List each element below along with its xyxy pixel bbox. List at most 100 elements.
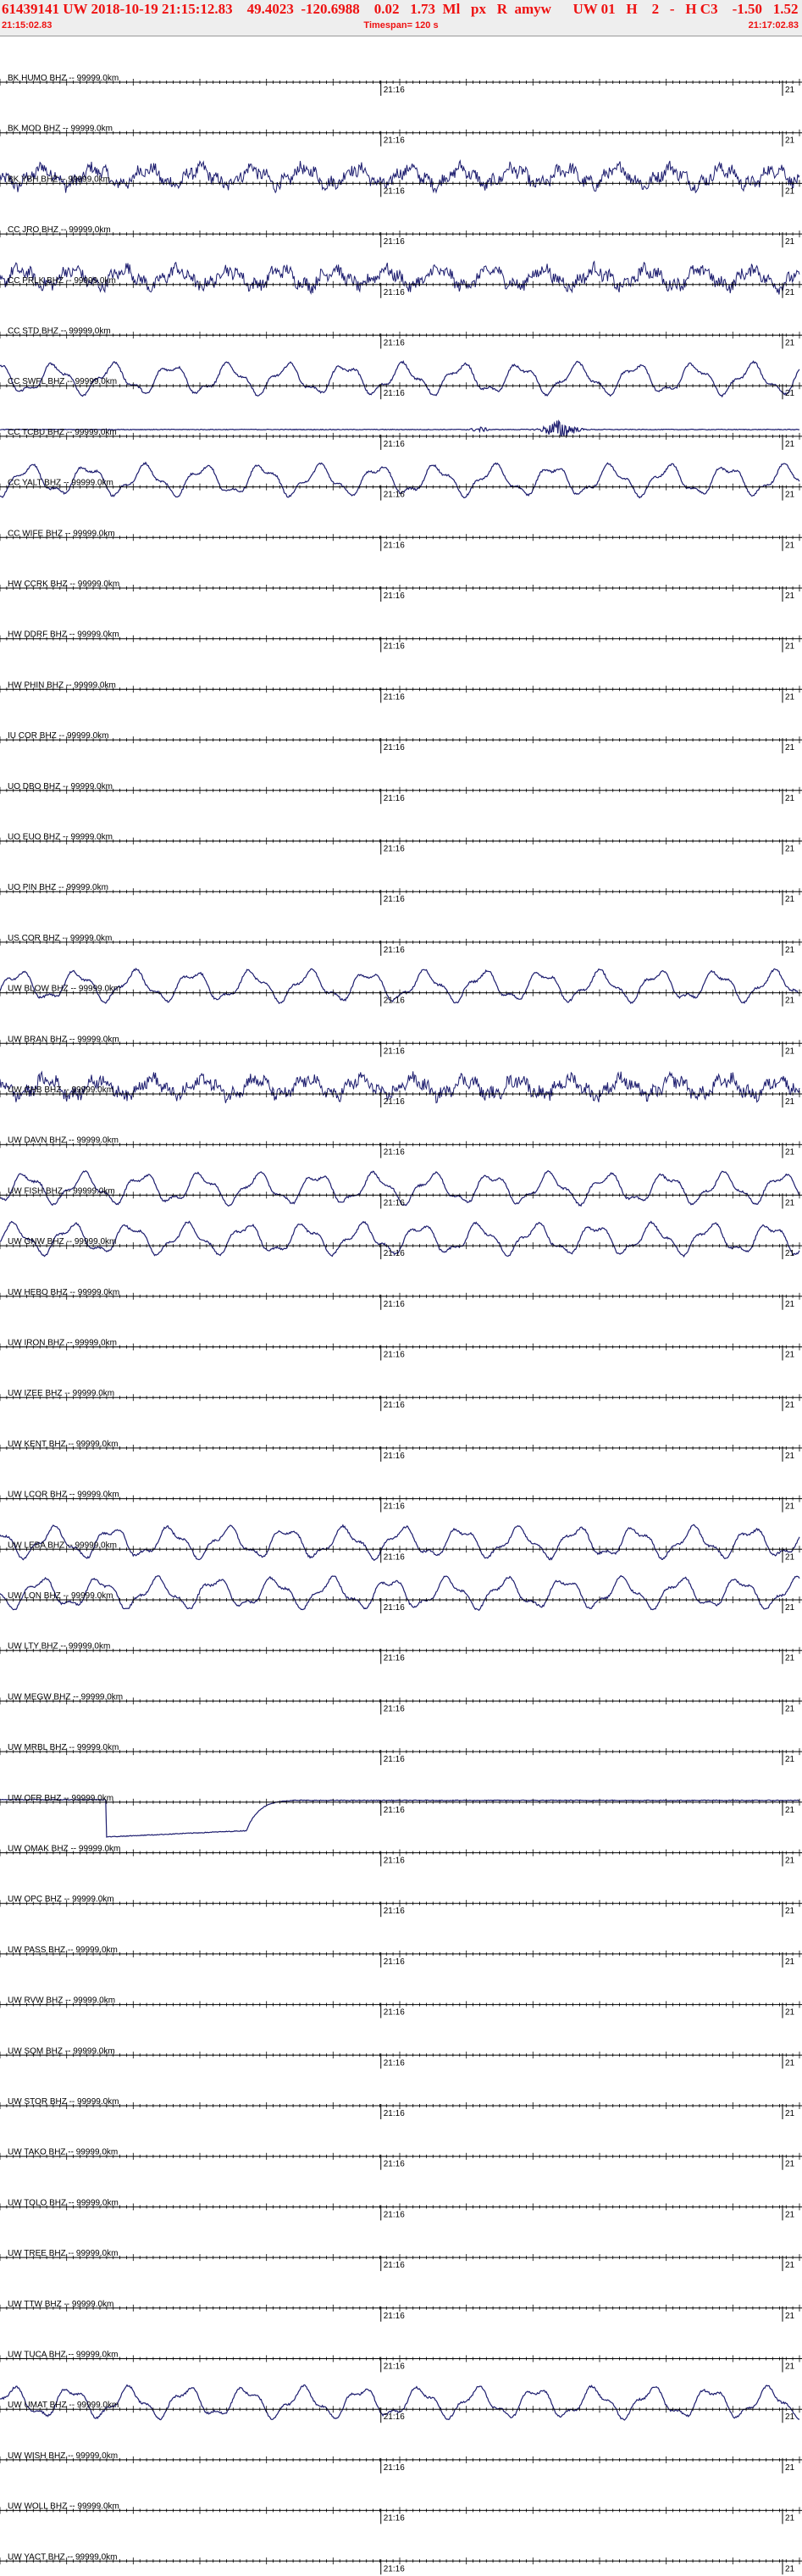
axis-ticks [0,1748,800,1756]
station-label: UW BRAN BHZ -- 99999.0km [8,1035,119,1044]
station-label: CC PRLK BHZ -- 99999.0km [8,276,116,286]
edge-tick-label: 21 [785,591,795,601]
minute-tick-label: 21:16 [384,1351,405,1360]
edge-tick-label: 21 [785,2109,795,2118]
station-label: UW RVW BHZ -- 99999.0km [8,1996,115,2006]
minute-tick-label: 21:16 [384,1401,405,1410]
axis-ticks [0,2456,800,2463]
edge-tick-label: 21 [785,2058,795,2068]
edge-tick-label: 21 [785,997,795,1006]
station-label: CC YALT BHZ -- 99999.0km [8,479,113,488]
station-label: UW OFR BHZ -- 99999.0km [8,1794,113,1803]
minute-tick-label: 21:16 [384,2564,405,2573]
station-label: UW TTW BHZ -- 99999.0km [8,2300,113,2309]
minute-tick-label: 21:16 [384,1502,405,1512]
edge-tick-label: 21 [785,946,795,955]
station-label: UW WISH BHZ -- 99999.0km [8,2451,118,2461]
edge-tick-label: 21 [785,1502,795,1512]
station-label: UW FISH BHZ -- 99999.0km [8,1186,115,1196]
edge-tick-label: 21 [785,136,795,146]
axis-ticks [0,1141,800,1148]
edge-tick-label: 21 [785,642,795,652]
axis-ticks [0,180,800,187]
minute-tick-label: 21:16 [384,2058,405,2068]
station-label: UW LTY BHZ -- 99999.0km [8,1642,110,1652]
axis-ticks [0,1495,800,1502]
axis-ticks [0,1292,800,1300]
edge-tick-label: 21 [785,692,795,702]
axis-ticks [0,2254,800,2262]
axis-ticks [0,1191,800,1199]
edge-tick-label: 21 [785,1401,795,1410]
station-label: UW OPC BHZ -- 99999.0km [8,1895,114,1904]
axis-ticks [0,2051,800,2059]
edge-tick-label: 21 [785,1957,795,1967]
station-label: UW BLOW BHZ -- 99999.0km [8,985,120,994]
station-label: UW TREE BHZ -- 99999.0km [8,2249,118,2258]
minute-tick-label: 21:16 [384,491,405,500]
station-label: BK MOD BHZ -- 99999.0km [8,125,113,134]
station-label: UW LEBA BHZ -- 99999.0km [8,1541,117,1550]
edge-tick-label: 21 [785,2412,795,2422]
edge-tick-label: 21 [785,1046,795,1056]
minute-tick-label: 21:16 [384,2412,405,2422]
minute-tick-label: 21:16 [384,136,405,146]
station-label: HW PHIN BHZ -- 99999.0km [8,680,116,690]
minute-tick-label: 21:16 [384,86,405,95]
station-label: BK YBH BHZ -- 99999.0km [8,175,110,184]
minute-tick-label: 21:16 [384,2008,405,2018]
edge-tick-label: 21 [785,1148,795,1158]
axis-ticks [0,1646,800,1654]
edge-tick-label: 21 [785,895,795,904]
minute-tick-label: 21:16 [384,692,405,702]
minute-tick-label: 21:16 [384,2160,405,2169]
station-label: CC STD BHZ -- 99999.0km [8,327,111,336]
edge-tick-label: 21 [785,1755,795,1764]
minute-tick-label: 21:16 [384,2210,405,2219]
station-label: UW CHB BHZ -- 99999.0km [8,1085,113,1095]
minute-tick-label: 21:16 [384,1957,405,1967]
edge-tick-label: 21 [785,2261,795,2270]
minute-tick-label: 21:16 [384,288,405,297]
axis-ticks [0,585,800,591]
axis-ticks [0,432,800,440]
axis-ticks [0,2304,800,2312]
station-label: UW IZEE BHZ -- 99999.0km [8,1389,114,1398]
axis-ticks [0,2406,800,2413]
station-label: UW LON BHZ -- 99999.0km [8,1591,113,1601]
edge-tick-label: 21 [785,1452,795,1461]
axis-ticks [0,1091,800,1097]
station-label: CC TCBU BHZ -- 99999.0km [8,428,117,437]
edge-tick-label: 21 [785,794,795,803]
axis-ticks [0,534,800,541]
minute-tick-label: 21:16 [384,1198,405,1208]
minute-tick-label: 21:16 [384,2312,405,2321]
minute-tick-label: 21:16 [384,2109,405,2118]
minute-tick-label: 21:16 [384,389,405,398]
edge-tick-label: 21 [785,86,795,95]
edge-tick-label: 21 [785,845,795,854]
edge-tick-label: 21 [785,440,795,449]
minute-tick-label: 21:16 [384,591,405,601]
station-label: US COR BHZ -- 99999.0km [8,934,112,943]
station-label: UW SQM BHZ -- 99999.0km [8,2046,115,2056]
edge-tick-label: 21 [785,1857,795,1866]
station-label: UW TOLO BHZ -- 99999.0km [8,2198,119,2207]
axis-ticks [0,2355,800,2362]
station-label: UW STOR BHZ -- 99999.0km [8,2097,119,2107]
edge-tick-label: 21 [785,2362,795,2372]
axis-ticks [0,2152,800,2160]
axis-ticks [0,1900,800,1907]
axis-ticks [0,2102,800,2109]
station-label: UW DAVN BHZ -- 99999.0km [8,1136,119,1146]
minute-tick-label: 21:16 [384,794,405,803]
edge-tick-label: 21 [785,2514,795,2523]
station-label: UW MRBL BHZ -- 99999.0km [8,1743,119,1752]
axis-ticks [0,736,800,744]
axis-ticks [0,331,800,339]
axis-ticks [0,2001,800,2008]
axis-ticks [0,2507,800,2514]
minute-tick-label: 21:16 [384,1806,405,1815]
edge-tick-label: 21 [785,2463,795,2473]
minute-tick-label: 21:16 [384,1097,405,1107]
